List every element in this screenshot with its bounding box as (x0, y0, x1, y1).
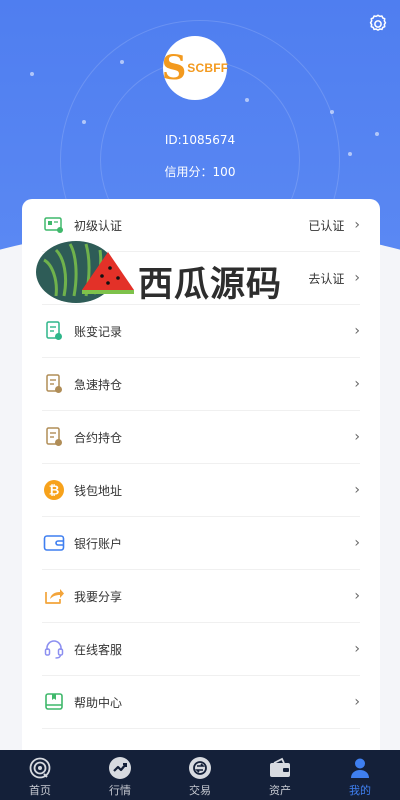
chevron-right-icon: › (354, 270, 360, 286)
share-icon (42, 584, 66, 608)
tab-label: 首页 (29, 784, 51, 797)
svg-text:₿: ₿ (49, 484, 60, 499)
user-icon (348, 756, 372, 780)
tab-assets[interactable]: 资产 (240, 750, 320, 800)
wallet-icon (268, 756, 292, 780)
chevron-right-icon: › (354, 429, 360, 445)
decorative-dot (330, 110, 334, 114)
tab-home[interactable]: 首页 (0, 750, 80, 800)
menu-item-label: 在线客服 (74, 642, 123, 657)
chevron-right-icon: › (354, 376, 360, 392)
menu-item-label: 帮助中心 (74, 695, 123, 710)
tab-label: 资产 (269, 784, 291, 797)
home-icon (28, 756, 52, 780)
tab-label: 行情 (109, 784, 131, 797)
logo-letter: S (161, 48, 187, 88)
menu-item-basic-verification[interactable]: 初级认证 已认证 › (42, 199, 360, 252)
app-logo: S SCBFF (161, 36, 229, 100)
menu-item-help-center[interactable]: 帮助中心 › (42, 676, 360, 729)
decorative-dot (120, 60, 124, 64)
menu-item-online-support[interactable]: 在线客服 › (42, 623, 360, 676)
menu-item-label: 账变记录 (74, 324, 123, 339)
tab-label: 交易 (189, 784, 211, 797)
menu-item-share[interactable]: 我要分享 › (42, 570, 360, 623)
tab-label: 我的 (349, 784, 371, 797)
logo-text: SCBFF (187, 61, 229, 75)
tab-profile[interactable]: 我的 (320, 750, 400, 800)
chevron-right-icon: › (354, 694, 360, 710)
menu-card: 初级认证 已认证 › 高级认证 去认证 › 账变记录 › 急速持仓 › 合约持仓… (22, 199, 380, 759)
menu-item-quick-positions[interactable]: 急速持仓 › (42, 358, 360, 411)
bottom-tab-bar: 首页 行情 交易 资产 我的 (0, 750, 400, 800)
menu-item-label: 银行账户 (74, 536, 123, 551)
chevron-right-icon: › (354, 323, 360, 339)
menu-item-label: 合约持仓 (74, 430, 123, 445)
menu-item-advanced-verification[interactable]: 高级认证 去认证 › (42, 252, 360, 305)
menu-item-label: 高级认证 (74, 271, 123, 286)
menu-item-contract-positions[interactable]: 合约持仓 › (42, 411, 360, 464)
decorative-dot (348, 152, 352, 156)
decorative-dot (245, 98, 249, 102)
menu-item-bank-account[interactable]: 银行账户 › (42, 517, 360, 570)
document-icon (42, 425, 66, 449)
verification-status: 已认证 (308, 218, 345, 233)
document-icon (42, 372, 66, 396)
chevron-right-icon: › (354, 535, 360, 551)
credit-score: 信用分：100 (164, 165, 236, 179)
id-card-icon (42, 213, 66, 237)
bitcoin-icon: ₿ (42, 478, 66, 502)
decorative-dot (30, 72, 34, 76)
id-card-icon (42, 266, 66, 290)
menu-item-label: 急速持仓 (74, 377, 123, 392)
menu-item-label: 我要分享 (74, 589, 123, 604)
chevron-right-icon: › (354, 641, 360, 657)
settings-button[interactable] (366, 12, 390, 36)
chevron-right-icon: › (354, 588, 360, 604)
decorative-dot (82, 120, 86, 124)
menu-item-label: 钱包地址 (74, 483, 123, 498)
book-icon (42, 690, 66, 714)
headset-icon (42, 637, 66, 661)
tab-market[interactable]: 行情 (80, 750, 160, 800)
gear-icon (369, 14, 387, 31)
bank-card-icon (42, 531, 66, 555)
ledger-icon (42, 319, 66, 343)
exchange-icon (188, 756, 212, 780)
menu-item-wallet-address[interactable]: ₿ 钱包地址 › (42, 464, 360, 517)
verification-status: 去认证 (308, 271, 345, 286)
chevron-right-icon: › (354, 482, 360, 498)
trend-icon (108, 756, 132, 780)
user-id: ID:1085674 (164, 133, 236, 147)
menu-item-transactions[interactable]: 账变记录 › (42, 305, 360, 358)
chevron-right-icon: › (354, 217, 360, 233)
menu-item-label: 初级认证 (74, 218, 123, 233)
tab-trade[interactable]: 交易 (160, 750, 240, 800)
